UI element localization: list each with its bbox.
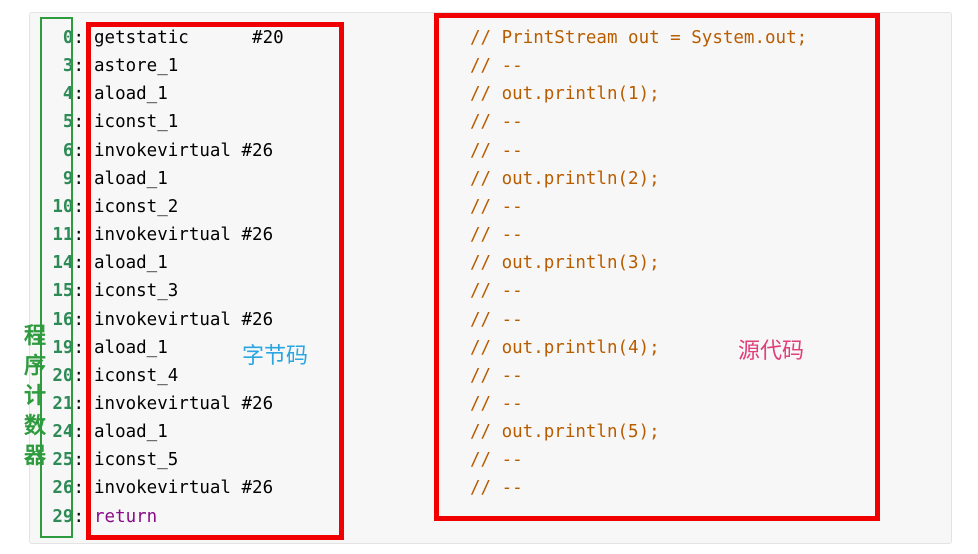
bytecode-box xyxy=(86,22,344,540)
source-code-label: 源代码 xyxy=(738,339,805,364)
source-code-box xyxy=(434,13,880,521)
program-counter-label: 程序计数器 xyxy=(23,324,46,469)
bytecode-label: 字节码 xyxy=(242,344,309,369)
